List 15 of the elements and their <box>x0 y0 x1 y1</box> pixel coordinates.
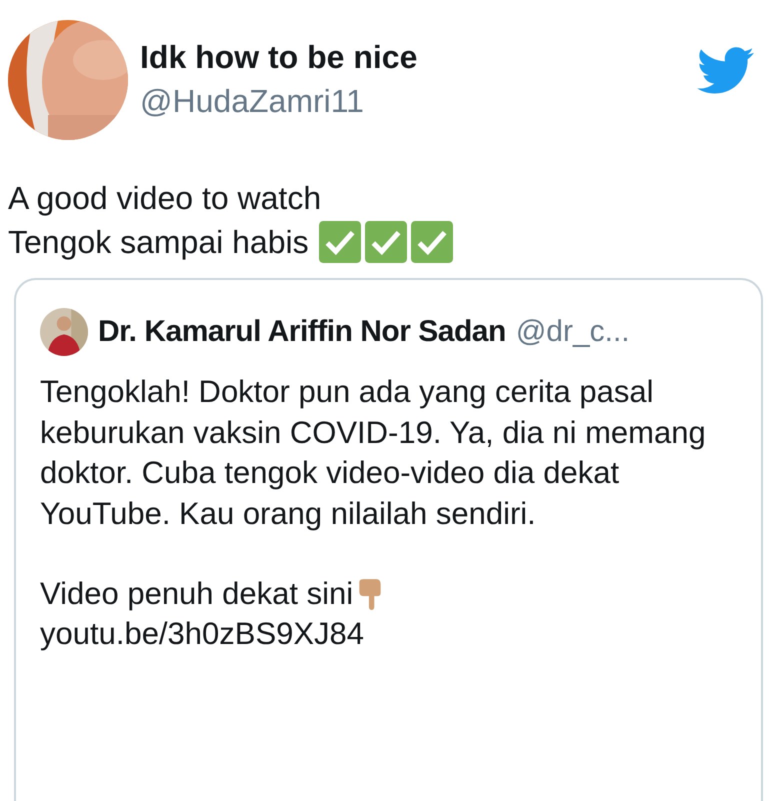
quoted-tweet-text: Tengoklah! Doktor pun ada yang cerita pasal keburukan vaksin COVID-19. Ya, dia ni memang doktor. Cuba tengok video-video dia dekat YouTube. Kau orang nilailah sendiri. <box>40 373 707 532</box>
quoted-tweet-text: Video penuh dekat sini <box>40 575 354 613</box>
user-handle: @HudaZamri11 <box>140 82 365 121</box>
tweet-text: A good video to watch <box>8 180 322 216</box>
quoted-tweet-card[interactable] <box>14 278 763 801</box>
pointing-down-hand-icon <box>357 578 384 610</box>
quoted-user-handle: @dr_c... <box>516 315 630 349</box>
video-link[interactable]: youtu.be/3h0zBS9XJ84 <box>40 614 745 654</box>
check-mark-icon <box>364 221 407 263</box>
check-mark-icon <box>410 221 453 263</box>
display-name: Idk how to be nice <box>140 38 418 77</box>
tweet-text: Tengok sampai habis <box>8 224 309 260</box>
bird-icon[interactable] <box>697 47 755 95</box>
quoted-display-name: Dr. Kamarul Ariffin Nor Sadan <box>98 315 506 349</box>
check-mark-icon <box>318 221 361 263</box>
